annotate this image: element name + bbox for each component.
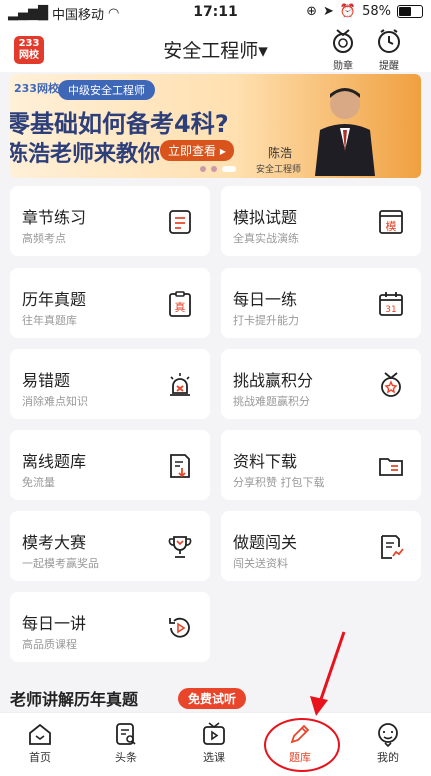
card-subtitle: 往年真题库 (22, 314, 77, 327)
card-past-papers[interactable]: 历年真题 往年真题库 真 (10, 268, 210, 338)
list-doc-icon (169, 210, 191, 234)
tab-profile[interactable]: 我的 (358, 721, 418, 765)
card-title: 模拟试题 (233, 208, 298, 227)
status-right: ⊕ ➤ ⏰ 58% (306, 4, 423, 19)
card-offline-bank[interactable]: 离线题库 免流量 (10, 430, 210, 500)
card-title: 离线题库 (22, 452, 87, 471)
level-doc-icon (381, 535, 404, 559)
replay-icon (169, 617, 190, 638)
card-title: 模考大赛 (22, 533, 87, 552)
card-mock-contest[interactable]: 模考大赛 一起模考赢奖品 (10, 511, 210, 581)
card-mock-exam[interactable]: 模拟试题 全真实战演练 模 (221, 186, 421, 256)
card-subtitle: 闯关送资料 (233, 557, 288, 570)
status-bar: ▂▄▆█ 中国移动 ◠ 17:11 ⊕ ➤ ⏰ 58% (0, 0, 431, 24)
carousel-dot (200, 166, 206, 172)
calendar-icon: 31 (379, 292, 403, 316)
card-challenge-points[interactable]: 挑战赢积分 挑战难题赢积分 (221, 349, 421, 419)
tab-label: 首页 (29, 751, 51, 764)
mock-exam-glyph: 模 (386, 220, 397, 233)
card-title: 资料下载 (233, 452, 298, 471)
course-icon (203, 722, 225, 745)
carousel-dot-active (222, 166, 236, 172)
teacher-name: 陈浩 (268, 146, 293, 160)
home-icon (29, 723, 51, 745)
banner-tag: 中级安全工程师 (58, 80, 155, 100)
carousel-dots (200, 166, 236, 172)
medal-star-icon (381, 372, 401, 397)
remind-label: 提醒 (379, 61, 399, 72)
banner-brand: 233网校 (14, 82, 59, 95)
card-title: 章节练习 (22, 208, 87, 227)
banner-view-button[interactable]: 立即查看 ▸ (160, 140, 234, 161)
alarm-light-icon (170, 373, 190, 396)
medal-button[interactable]: 勋章 (326, 28, 360, 72)
card-daily-lecture[interactable]: 每日一讲 高品质课程 (10, 592, 210, 662)
card-error-prone[interactable]: 易错题 消除难点知识 (10, 349, 210, 419)
news-icon (116, 723, 136, 745)
tab-news[interactable]: 头条 (96, 721, 156, 765)
rotation-lock-icon: ⊕ (306, 4, 317, 19)
card-daily-practice[interactable]: 每日一练 打卡提升能力 31 (221, 268, 421, 338)
past-papers-glyph: 真 (175, 300, 186, 314)
card-level-challenge[interactable]: 做题闯关 闯关送资料 (221, 511, 421, 581)
card-subtitle: 一起模考赢奖品 (22, 557, 99, 570)
card-title: 每日一练 (233, 290, 298, 309)
card-title: 做题闯关 (233, 533, 298, 552)
folder-icon (379, 458, 403, 476)
banner-text-area: 233网校 中级安全工程师 零基础如何备考4科? 陈浩老师来教你 立即查看 ▸ (10, 74, 260, 178)
carousel-dot (211, 166, 217, 172)
card-subtitle: 分享积赞 打包下载 (233, 476, 325, 489)
card-title: 每日一讲 (22, 614, 87, 633)
battery-fill (399, 7, 411, 16)
card-materials-download[interactable]: 资料下载 分享积赞 打包下载 (221, 430, 421, 500)
annotation-circle (264, 718, 340, 772)
card-subtitle: 免流量 (22, 476, 55, 489)
card-title: 历年真题 (22, 290, 87, 309)
trophy-icon (168, 536, 192, 558)
banner-headline: 零基础如何备考4科? (10, 110, 229, 138)
banner-subheadline: 陈浩老师来教你 (10, 142, 161, 167)
location-icon: ➤ (323, 4, 334, 19)
card-subtitle: 挑战难题赢积分 (233, 395, 310, 408)
free-trial-badge[interactable]: 免费试听 (178, 688, 247, 709)
exam-selector[interactable]: 安全工程师▾ (0, 36, 431, 63)
tab-label: 我的 (377, 751, 399, 764)
battery-percent: 58% (362, 4, 391, 19)
clipboard-icon: 真 (169, 291, 191, 317)
card-chapter-practice[interactable]: 章节练习 高频考点 (10, 186, 210, 256)
medal-icon (333, 29, 353, 53)
promo-banner[interactable]: 233网校 中级安全工程师 零基础如何备考4科? 陈浩老师来教你 立即查看 ▸ … (10, 74, 421, 178)
card-subtitle: 打卡提升能力 (233, 314, 299, 327)
card-subtitle: 高频考点 (22, 232, 66, 245)
bottom-tab-bar: 首页 头条 选课 题库 我的 (0, 712, 431, 776)
card-title: 挑战赢积分 (233, 371, 314, 390)
teacher-photo (315, 88, 375, 176)
app-header: 233 网校 安全工程师▾ 勋章 提醒 (0, 24, 431, 72)
profile-icon (378, 723, 398, 747)
offline-doc-icon (170, 454, 190, 478)
mock-exam-icon: 模 (379, 210, 403, 234)
section-title: 老师讲解历年真题 (10, 690, 139, 709)
card-subtitle: 消除难点知识 (22, 395, 88, 408)
calendar-glyph: 31 (385, 305, 396, 315)
card-subtitle: 高品质课程 (22, 638, 77, 651)
clock-icon (378, 29, 400, 53)
tab-label: 选课 (203, 751, 225, 764)
alarm-icon: ⏰ (339, 4, 357, 19)
medal-label: 勋章 (333, 61, 353, 72)
teacher-title: 安全工程师 (256, 165, 302, 175)
card-title: 易错题 (22, 371, 71, 390)
annotation-arrow (310, 631, 346, 716)
tab-course[interactable]: 选课 (184, 721, 244, 765)
remind-button[interactable]: 提醒 (372, 28, 406, 72)
tab-home[interactable]: 首页 (10, 721, 70, 765)
card-subtitle: 全真实战演练 (233, 232, 299, 245)
tab-label: 头条 (115, 751, 137, 764)
battery-icon (397, 5, 423, 18)
